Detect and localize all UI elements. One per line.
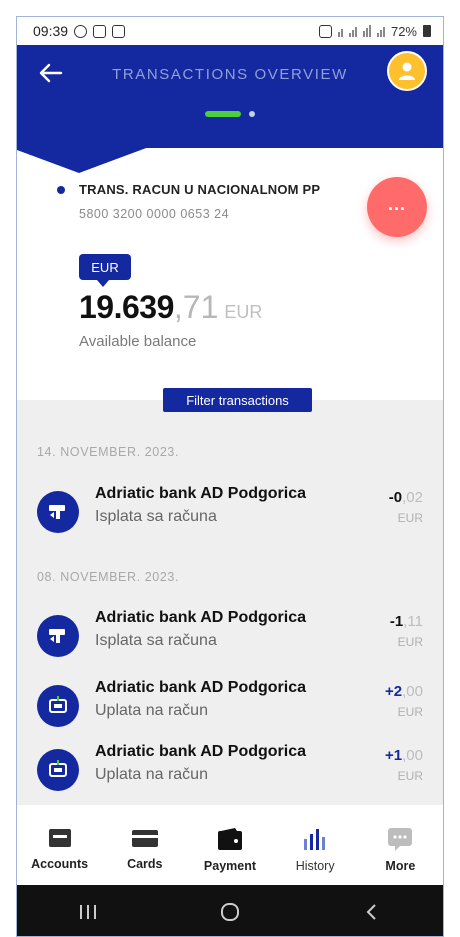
nav-payment[interactable]: Payment bbox=[190, 827, 270, 873]
user-icon bbox=[399, 62, 415, 80]
page-title: TRANSACTIONS OVERVIEW bbox=[112, 66, 348, 83]
transaction-description: Isplata sa računa bbox=[95, 508, 217, 525]
bar-chart-icon bbox=[304, 829, 326, 850]
system-navigation-bar bbox=[17, 885, 443, 936]
signal-icon-2 bbox=[376, 25, 385, 37]
system-back-button[interactable] bbox=[352, 897, 392, 927]
nav-label: Accounts bbox=[31, 857, 89, 871]
deposit-icon bbox=[37, 685, 79, 727]
pager-dot[interactable] bbox=[249, 111, 255, 117]
account-bullet bbox=[57, 186, 65, 194]
transaction-name: Adriatic bank AD Podgorica bbox=[95, 609, 306, 626]
mail-icon bbox=[112, 24, 126, 38]
transaction-description: Uplata na račun bbox=[95, 766, 208, 783]
withdrawal-icon bbox=[37, 491, 79, 533]
account-pager[interactable] bbox=[17, 111, 443, 117]
recent-apps-button[interactable] bbox=[68, 897, 108, 927]
filter-transactions-button[interactable]: Filter transactions bbox=[163, 388, 312, 412]
currency-badge: EUR bbox=[79, 254, 131, 287]
nav-accounts[interactable]: Accounts bbox=[20, 827, 100, 871]
wifi-icon bbox=[362, 25, 371, 37]
calendar-icon bbox=[93, 24, 107, 38]
app-header bbox=[17, 45, 443, 148]
battery-level: 72% bbox=[390, 23, 417, 39]
transaction-description: Isplata sa računa bbox=[95, 632, 217, 649]
balance: 19.639 ,71 EUR bbox=[79, 289, 262, 326]
nav-history[interactable]: History bbox=[275, 827, 355, 873]
ellipsis-icon: ... bbox=[387, 193, 406, 214]
nav-more[interactable]: More bbox=[360, 827, 440, 873]
nav-label: History bbox=[295, 859, 335, 873]
status-bar: 09:39 72% bbox=[17, 17, 443, 45]
nav-label: Payment bbox=[203, 859, 257, 873]
transaction-currency: EUR bbox=[397, 511, 423, 525]
transaction-name: Adriatic bank AD Podgorica bbox=[95, 743, 306, 760]
clock: 09:39 bbox=[33, 23, 69, 39]
account-number: 5800 3200 0000 0653 24 bbox=[79, 207, 230, 221]
transaction-amount: -1,11 bbox=[389, 613, 423, 630]
transaction-currency: EUR bbox=[397, 705, 423, 719]
profile-avatar[interactable] bbox=[387, 51, 427, 91]
accounts-icon bbox=[48, 829, 71, 847]
date-header: 08. NOVEMBER. 2023. bbox=[37, 570, 180, 584]
transaction-amount: +2,00 bbox=[385, 683, 423, 700]
nav-label: More bbox=[385, 859, 416, 873]
signal-icon bbox=[348, 25, 357, 37]
transaction-amount: +1,00 bbox=[385, 747, 423, 764]
bottom-navigation: Accounts Cards Payment History More bbox=[17, 805, 443, 885]
transaction-description: Uplata na račun bbox=[95, 702, 208, 719]
alarm-icon bbox=[318, 24, 332, 38]
whatsapp-icon bbox=[74, 24, 88, 38]
chevron-left-icon bbox=[366, 903, 376, 920]
wallet-icon bbox=[217, 828, 242, 850]
balance-decimal: ,71 bbox=[173, 289, 219, 325]
nav-cards[interactable]: Cards bbox=[105, 827, 185, 871]
account-actions-button[interactable]: ... bbox=[367, 177, 427, 237]
balance-currency: EUR bbox=[224, 302, 263, 322]
transaction-name: Adriatic bank AD Podgorica bbox=[95, 679, 306, 696]
deposit-icon bbox=[37, 749, 79, 791]
pager-active-indicator bbox=[205, 111, 241, 117]
nav-label: Cards bbox=[127, 857, 163, 871]
transaction-row[interactable]: Adriatic bank AD Podgorica Isplata sa ra… bbox=[35, 481, 441, 539]
balance-integer: 19.639 bbox=[79, 289, 174, 325]
phone-screen: 09:39 72% TRANSACTIONS OVERVIEW TRANS. R… bbox=[16, 16, 444, 937]
transaction-name: Adriatic bank AD Podgorica bbox=[95, 485, 306, 502]
transaction-amount: -0,02 bbox=[388, 489, 423, 506]
withdrawal-icon bbox=[37, 615, 79, 657]
card-icon bbox=[131, 830, 158, 847]
home-button[interactable] bbox=[210, 897, 250, 927]
header-notch bbox=[17, 147, 149, 173]
home-icon bbox=[221, 902, 239, 921]
transaction-row[interactable]: Adriatic bank AD Podgorica Isplata sa ra… bbox=[35, 605, 441, 663]
transaction-currency: EUR bbox=[397, 769, 423, 783]
transaction-currency: EUR bbox=[397, 635, 423, 649]
recent-apps-icon bbox=[80, 904, 96, 919]
transaction-row[interactable]: Adriatic bank AD Podgorica Uplata na rač… bbox=[35, 739, 441, 797]
mute-icon bbox=[337, 25, 343, 37]
more-icon bbox=[388, 828, 413, 851]
balance-label: Available balance bbox=[79, 333, 197, 350]
transaction-row[interactable]: Adriatic bank AD Podgorica Uplata na rač… bbox=[35, 675, 441, 733]
account-name: TRANS. RACUN U NACIONALNOM PP bbox=[79, 182, 321, 197]
battery-icon bbox=[423, 25, 431, 37]
date-header: 14. NOVEMBER. 2023. bbox=[37, 445, 180, 459]
